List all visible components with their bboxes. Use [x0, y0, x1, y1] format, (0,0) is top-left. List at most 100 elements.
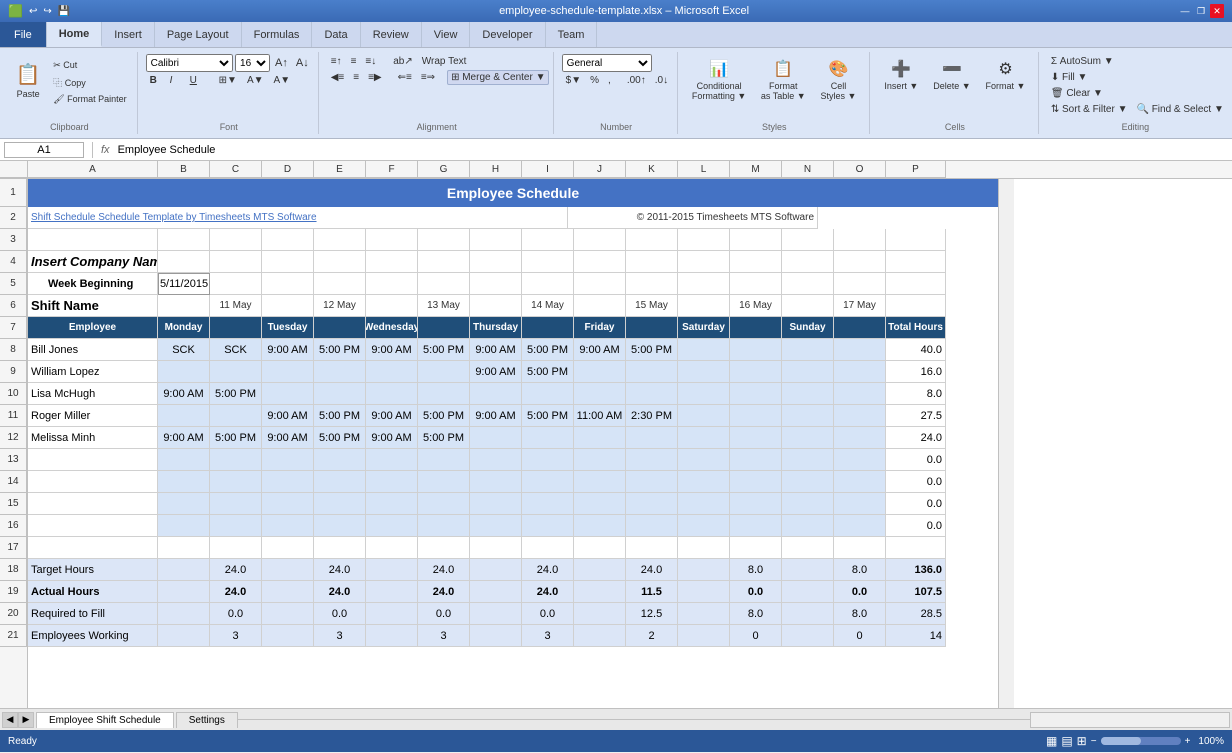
cell-g7[interactable]	[418, 317, 470, 339]
cell-o4[interactable]	[834, 251, 886, 273]
bold-button[interactable]: B	[146, 73, 164, 88]
cell-a17[interactable]	[28, 537, 158, 559]
col-header-a[interactable]: A	[28, 161, 158, 178]
cell-k12[interactable]	[626, 427, 678, 449]
cell-n13[interactable]	[782, 449, 834, 471]
cell-o17[interactable]	[834, 537, 886, 559]
cell-o16[interactable]	[834, 515, 886, 537]
cell-e12[interactable]: 5:00 PM	[314, 427, 366, 449]
cell-d9[interactable]	[262, 361, 314, 383]
cell-m12[interactable]	[730, 427, 782, 449]
cell-o20[interactable]: 8.0	[834, 603, 886, 625]
col-header-f[interactable]: F	[366, 161, 418, 178]
cell-j8[interactable]: 9:00 AM	[574, 339, 626, 361]
cell-d16[interactable]	[262, 515, 314, 537]
cell-l20[interactable]	[678, 603, 730, 625]
cell-c11[interactable]	[210, 405, 262, 427]
cell-g13[interactable]	[418, 449, 470, 471]
cell-j7[interactable]: Friday	[574, 317, 626, 339]
cell-b9[interactable]	[158, 361, 210, 383]
cell-l14[interactable]	[678, 471, 730, 493]
tab-page-layout[interactable]: Page Layout	[155, 22, 242, 47]
col-header-p[interactable]: P	[886, 161, 946, 178]
format-as-table-button[interactable]: 📋 Formatas Table ▼	[755, 54, 813, 106]
cell-e20[interactable]: 0.0	[314, 603, 366, 625]
cell-j6[interactable]	[574, 295, 626, 317]
row-header-11[interactable]: 11	[0, 405, 27, 427]
cell-o6[interactable]: 17 May	[834, 295, 886, 317]
cell-e17[interactable]	[314, 537, 366, 559]
cell-g20[interactable]: 0.0	[418, 603, 470, 625]
cell-m9[interactable]	[730, 361, 782, 383]
cell-k13[interactable]	[626, 449, 678, 471]
cell-p5[interactable]	[886, 273, 946, 295]
cell-k3[interactable]	[626, 229, 678, 251]
cell-d18[interactable]	[262, 559, 314, 581]
cell-b13[interactable]	[158, 449, 210, 471]
increase-decimal-button[interactable]: .00↑	[623, 73, 650, 88]
cell-l7[interactable]: Saturday	[678, 317, 730, 339]
cell-i3[interactable]	[522, 229, 574, 251]
cell-a6-shiftname[interactable]: Shift Name	[28, 295, 158, 317]
row-header-8[interactable]: 8	[0, 339, 27, 361]
row-header-14[interactable]: 14	[0, 471, 27, 493]
cell-o10[interactable]	[834, 383, 886, 405]
align-right-button[interactable]: ≡▶	[364, 70, 386, 85]
cell-c6[interactable]: 11 May	[210, 295, 262, 317]
align-center-button[interactable]: ≡	[349, 70, 363, 85]
cell-e19[interactable]: 24.0	[314, 581, 366, 603]
cell-j10[interactable]	[574, 383, 626, 405]
row-header-12[interactable]: 12	[0, 427, 27, 449]
cell-i9[interactable]: 5:00 PM	[522, 361, 574, 383]
cell-k20[interactable]: 12.5	[626, 603, 678, 625]
cell-k8[interactable]: 5:00 PM	[626, 339, 678, 361]
cell-m15[interactable]	[730, 493, 782, 515]
angle-text-button[interactable]: ab↗	[389, 54, 417, 69]
col-header-b[interactable]: B	[158, 161, 210, 178]
cell-d8[interactable]: 9:00 AM	[262, 339, 314, 361]
cell-k5[interactable]	[626, 273, 678, 295]
cell-k11[interactable]: 2:30 PM	[626, 405, 678, 427]
restore-btn[interactable]: ❐	[1194, 4, 1208, 18]
cell-g3[interactable]	[418, 229, 470, 251]
cell-b20[interactable]	[158, 603, 210, 625]
copy-button[interactable]: ⿻ Copy	[49, 74, 130, 91]
cell-m4[interactable]	[730, 251, 782, 273]
cell-a18[interactable]: Target Hours	[28, 559, 158, 581]
cell-o21[interactable]: 0	[834, 625, 886, 647]
cell-o7[interactable]	[834, 317, 886, 339]
formula-input[interactable]	[114, 144, 1228, 156]
cell-c3[interactable]	[210, 229, 262, 251]
cell-i12[interactable]	[522, 427, 574, 449]
cell-b15[interactable]	[158, 493, 210, 515]
cell-n4[interactable]	[782, 251, 834, 273]
cell-j20[interactable]	[574, 603, 626, 625]
cell-e18[interactable]: 24.0	[314, 559, 366, 581]
cell-l19[interactable]	[678, 581, 730, 603]
cell-b8[interactable]: SCK	[158, 339, 210, 361]
cell-f9[interactable]	[366, 361, 418, 383]
zoom-slider[interactable]	[1101, 737, 1181, 745]
cell-d21[interactable]	[262, 625, 314, 647]
cell-d5[interactable]	[262, 273, 314, 295]
clear-button[interactable]: 🗑 Clear ▼	[1047, 86, 1107, 101]
cell-e7[interactable]	[314, 317, 366, 339]
cell-h21[interactable]	[470, 625, 522, 647]
cell-k10[interactable]	[626, 383, 678, 405]
cell-o3[interactable]	[834, 229, 886, 251]
cell-n21[interactable]	[782, 625, 834, 647]
cell-b16[interactable]	[158, 515, 210, 537]
cell-i4[interactable]	[522, 251, 574, 273]
cell-e9[interactable]	[314, 361, 366, 383]
tab-team[interactable]: Team	[546, 22, 598, 47]
cell-e6[interactable]: 12 May	[314, 295, 366, 317]
cell-j14[interactable]	[574, 471, 626, 493]
cell-f8[interactable]: 9:00 AM	[366, 339, 418, 361]
align-bottom-right-button[interactable]: ≡↓	[361, 54, 380, 69]
cell-n16[interactable]	[782, 515, 834, 537]
merge-center-button[interactable]: ⊞ Merge & Center ▼	[447, 70, 549, 85]
cell-d4[interactable]	[262, 251, 314, 273]
cell-l3[interactable]	[678, 229, 730, 251]
cell-n19[interactable]	[782, 581, 834, 603]
cell-p8[interactable]: 40.0	[886, 339, 946, 361]
